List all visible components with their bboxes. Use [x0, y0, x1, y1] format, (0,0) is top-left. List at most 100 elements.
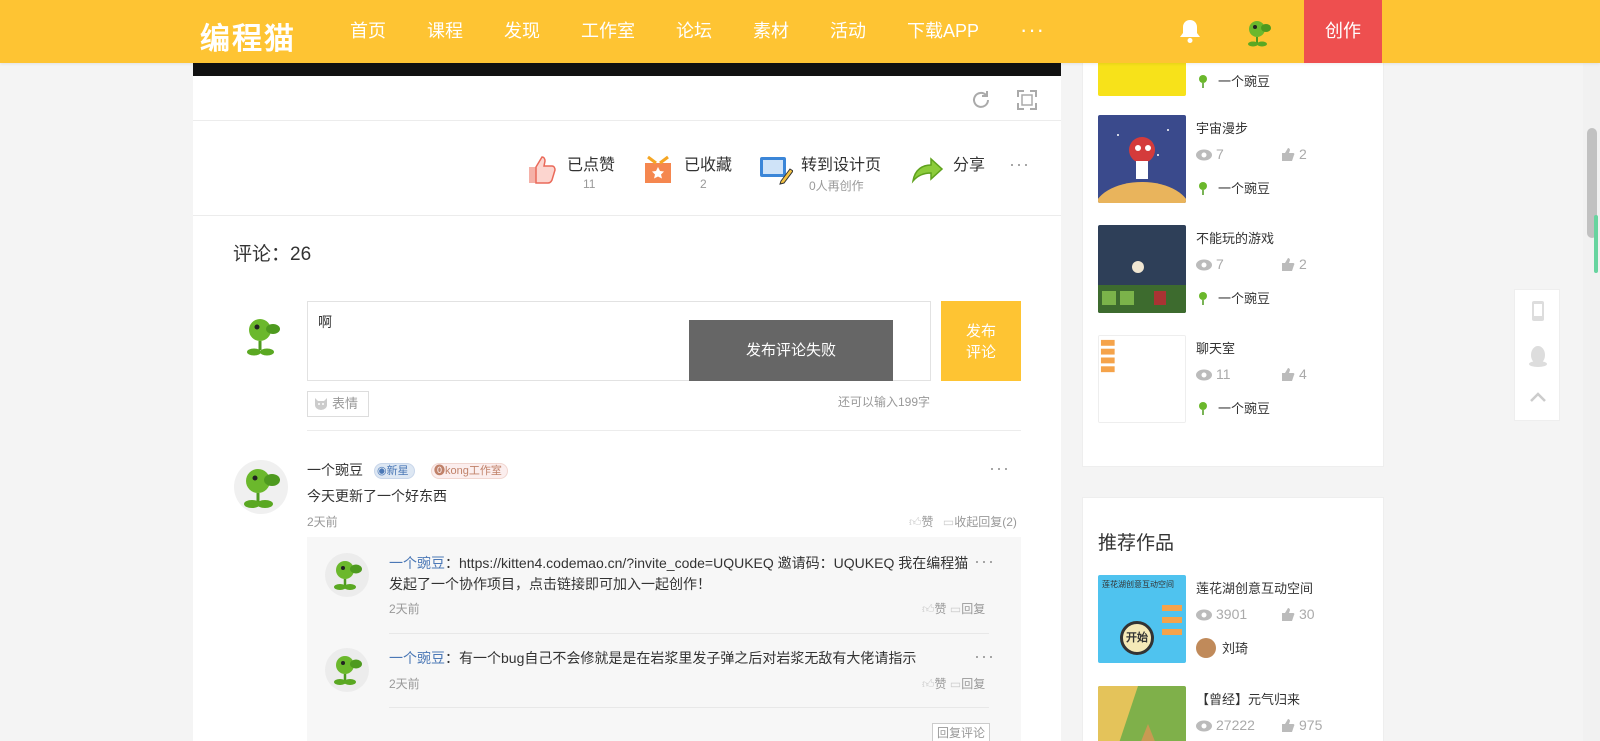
speech-bubble-icon: ▭ [942, 515, 955, 529]
nav-courses[interactable]: 课程 [427, 0, 463, 63]
like-count: 2 [1281, 256, 1307, 272]
reply-reply-button[interactable]: ▭回复 [950, 677, 985, 691]
work-author[interactable]: 刘琦 [1196, 638, 1248, 658]
view-count-value: 27222 [1216, 717, 1255, 733]
reply-like-label: 赞 [934, 677, 947, 691]
collapse-replies-button[interactable]: ▭收起回复(2) [943, 515, 1017, 529]
like-count: 4 [1281, 366, 1307, 382]
mobile-phone-icon[interactable] [1527, 300, 1549, 322]
cat-face-icon [315, 398, 327, 410]
scroll-indicator [1594, 215, 1598, 273]
nav-discover[interactable]: 发现 [504, 0, 540, 63]
comment-like-button[interactable]: 👍︎赞 [909, 515, 934, 529]
reply-more-icon[interactable]: ··· [974, 551, 995, 572]
like-count-value: 30 [1299, 606, 1315, 622]
reply-more-icon[interactable]: ··· [974, 646, 995, 667]
thumbs-up-icon [1282, 608, 1295, 621]
like-count: 975 [1281, 717, 1322, 733]
eye-icon [1196, 149, 1212, 161]
nav-download-app[interactable]: 下载APP [907, 0, 979, 63]
nav-studio[interactable]: 工作室 [581, 0, 635, 63]
qq-penguin-icon[interactable] [1527, 345, 1549, 367]
reply-time: 2天前 [389, 602, 420, 616]
reply-content: ：https://kitten4.codemao.cn/?invite_code… [389, 555, 969, 592]
refresh-icon[interactable] [970, 89, 992, 111]
eye-icon [1196, 259, 1212, 271]
reply-author[interactable]: 一个豌豆 [389, 650, 445, 666]
fullscreen-icon[interactable] [1016, 89, 1038, 111]
publish-label-line1: 发布 [965, 323, 996, 340]
speech-bubble-icon: ▭ [949, 602, 962, 616]
reply-author[interactable]: 一个豌豆 [389, 555, 445, 571]
floating-toolbar [1514, 289, 1560, 421]
publish-label-line2: 评论 [965, 344, 996, 361]
divider [389, 707, 989, 708]
view-count: 3901 [1196, 606, 1247, 622]
user-avatar[interactable] [1244, 18, 1274, 48]
notification-bell-icon[interactable] [1178, 18, 1202, 44]
like-count-value: 2 [1299, 256, 1307, 272]
view-count-value: 3901 [1216, 606, 1248, 622]
reply-like-button[interactable]: 👍︎赞 [922, 677, 947, 691]
level-badge-label: 新星 [386, 465, 409, 477]
author-peashooter-icon [1199, 402, 1207, 415]
work-author[interactable]: 一个豌豆 [1196, 398, 1270, 417]
work-title[interactable]: 不能玩的游戏 [1196, 228, 1274, 247]
commenter-avatar[interactable] [234, 460, 288, 514]
reply-text: 一个豌豆：有一个bug自己不会修就是是在岩浆里发子弹之后对岩浆无敌有大佬请指示 [389, 648, 979, 669]
work-author[interactable]: 一个豌豆 [1196, 71, 1270, 90]
view-count-value: 7 [1216, 146, 1224, 162]
eye-icon [1196, 609, 1212, 621]
favorite-count: 2 [700, 177, 707, 191]
create-button[interactable]: 创作 [1304, 0, 1382, 63]
more-actions-icon[interactable]: ··· [1009, 154, 1030, 175]
share-arrow-icon [911, 157, 944, 184]
reply-reply-button[interactable]: ▭回复 [950, 602, 985, 616]
like-count-value: 4 [1299, 366, 1307, 382]
author-peashooter-icon [1199, 292, 1207, 305]
emoji-label: 表情 [332, 396, 359, 411]
nav-more-icon[interactable]: ··· [1020, 0, 1045, 63]
view-count: 27222 [1196, 717, 1255, 733]
nav-forum[interactable]: 论坛 [676, 0, 712, 63]
emoji-button[interactable]: 表情 [307, 391, 369, 417]
work-title[interactable]: 【曾经】元气归来 [1196, 689, 1300, 708]
collapse-replies-label: 收起回复(2) [954, 515, 1017, 529]
publish-comment-button[interactable]: 发布 评论 [941, 301, 1021, 381]
level-badge: ◉新星 [374, 463, 415, 479]
page-scrollbar[interactable] [1583, 63, 1600, 741]
studio-badge[interactable]: ⓿kong工作室 [431, 463, 508, 479]
replies-panel: 一个豌豆：https://kitten4.codemao.cn/?invite_… [307, 537, 1021, 741]
reply-avatar[interactable] [325, 553, 369, 597]
reply-actions: 👍︎赞 ▭回复 [922, 600, 985, 617]
divider [193, 215, 1061, 216]
work-title[interactable]: 莲花湖创意互动空间 [1196, 578, 1313, 597]
reply-time: 2天前 [389, 677, 420, 691]
commenter-name[interactable]: 一个豌豆 [307, 460, 363, 480]
site-logo[interactable]: 编程猫 [200, 14, 296, 58]
work-title[interactable]: 聊天室 [1196, 338, 1235, 357]
work-author-name: 一个豌豆 [1218, 401, 1271, 416]
work-author[interactable]: 一个豌豆 [1196, 178, 1270, 197]
back-to-top-icon[interactable] [1527, 386, 1549, 408]
nav-events[interactable]: 活动 [830, 0, 866, 63]
reply-avatar[interactable] [325, 648, 369, 692]
peashooter-avatar-icon [244, 469, 280, 508]
reply-like-button[interactable]: 👍︎赞 [922, 602, 947, 616]
work-title[interactable]: 宇宙漫步 [1196, 118, 1248, 137]
thumbs-up-icon [1282, 368, 1295, 381]
comment-actions: 👍︎赞 ▭收起回复(2) [909, 513, 1017, 530]
nav-materials[interactable]: 素材 [753, 0, 789, 63]
work-author-name: 刘琦 [1222, 641, 1249, 656]
divider [307, 430, 1021, 431]
reply-comment-button[interactable]: 回复评论 [932, 723, 990, 741]
comment-more-icon[interactable]: ··· [989, 458, 1010, 479]
reply-like-label: 赞 [934, 602, 947, 616]
work-author-name: 一个豌豆 [1218, 181, 1271, 196]
design-page-label: 转到设计页 [801, 157, 882, 174]
nav-home[interactable]: 首页 [350, 0, 386, 63]
like-count-value: 975 [1299, 717, 1323, 733]
thumbs-up-small-icon: 👍︎ [909, 515, 922, 529]
work-author[interactable]: 一个豌豆 [1196, 288, 1270, 307]
thumbnail-caption: 莲花湖创意互动空间 [1102, 580, 1174, 589]
